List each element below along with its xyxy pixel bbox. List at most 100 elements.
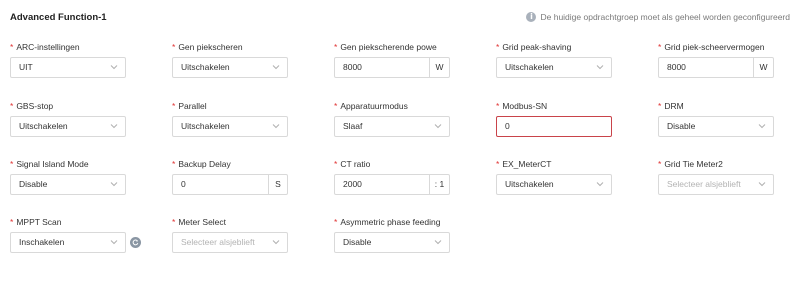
- backup-delay-label: Backup Delay: [178, 159, 231, 169]
- ex-meter-ct-value: Uitschakelen: [505, 179, 554, 189]
- grid-peak-shaving-value: Uitschakelen: [505, 62, 554, 72]
- chevron-down-icon: [596, 182, 604, 187]
- backup-delay-unit: S: [268, 175, 287, 194]
- arc-settings-label: ARC-instellingen: [16, 42, 80, 52]
- refresh-icon[interactable]: [130, 237, 141, 248]
- grid-peak-power-input[interactable]: 8000 W: [658, 57, 774, 78]
- gen-peak-power-unit: W: [429, 58, 449, 77]
- chevron-down-icon: [272, 124, 280, 129]
- mppt-scan-select[interactable]: Inschakelen: [10, 232, 126, 253]
- chevron-down-icon: [434, 124, 442, 129]
- grid-tie-meter2-label: Grid Tie Meter2: [664, 159, 723, 169]
- required-marker: *: [10, 101, 14, 111]
- mppt-scan-value: Inschakelen: [19, 237, 65, 247]
- chevron-down-icon: [596, 65, 604, 70]
- signal-island-mode-value: Disable: [19, 179, 48, 189]
- required-marker: *: [172, 101, 176, 111]
- ex-meter-ct-label: EX_MeterCT: [502, 159, 552, 169]
- field-ct-ratio: * CT ratio 2000 : 1: [334, 158, 464, 195]
- field-backup-delay: * Backup Delay 0 S: [172, 158, 302, 195]
- ct-ratio-unit: : 1: [429, 175, 449, 194]
- asymmetric-phase-feeding-label: Asymmetric phase feeding: [340, 217, 441, 227]
- field-grid-tie-meter2: * Grid Tie Meter2 Selecteer alsjeblieft: [658, 158, 788, 195]
- chevron-down-icon: [272, 65, 280, 70]
- chevron-down-icon: [110, 65, 118, 70]
- ct-ratio-value: 2000: [343, 179, 362, 189]
- ex-meter-ct-select[interactable]: Uitschakelen: [496, 174, 612, 195]
- meter-select-placeholder: Selecteer alsjeblieft: [181, 237, 255, 247]
- arc-settings-select[interactable]: UIT: [10, 57, 126, 78]
- grid-peak-power-unit: W: [753, 58, 773, 77]
- grid-tie-meter2-select[interactable]: Selecteer alsjeblieft: [658, 174, 774, 195]
- chevron-down-icon: [110, 240, 118, 245]
- field-mppt-scan: * MPPT Scan Inschakelen: [10, 216, 141, 253]
- gen-peak-shaving-value: Uitschakelen: [181, 62, 230, 72]
- grid-peak-shaving-label: Grid peak-shaving: [502, 42, 572, 52]
- field-arc-settings: * ARC-instellingen UIT: [10, 41, 140, 78]
- required-marker: *: [334, 217, 338, 227]
- section-title: Advanced Function-1: [10, 12, 107, 23]
- required-marker: *: [496, 42, 500, 52]
- parallel-select[interactable]: Uitschakelen: [172, 116, 288, 137]
- meter-select-label: Meter Select: [178, 217, 227, 227]
- grid-peak-power-value: 8000: [667, 62, 686, 72]
- section-header: Advanced Function-1 i De huidige opdrach…: [10, 10, 790, 28]
- required-marker: *: [172, 159, 176, 169]
- grid-peak-shaving-select[interactable]: Uitschakelen: [496, 57, 612, 78]
- config-notice-text: De huidige opdrachtgroep moet als geheel…: [540, 12, 790, 22]
- grid-tie-meter2-placeholder: Selecteer alsjeblieft: [667, 179, 741, 189]
- required-marker: *: [496, 159, 500, 169]
- gbs-stop-value: Uitschakelen: [19, 121, 68, 131]
- required-marker: *: [496, 101, 500, 111]
- chevron-down-icon: [434, 240, 442, 245]
- backup-delay-value: 0: [181, 179, 186, 189]
- info-icon: i: [526, 12, 537, 22]
- drm-select[interactable]: Disable: [658, 116, 774, 137]
- signal-island-mode-select[interactable]: Disable: [10, 174, 126, 195]
- ct-ratio-input[interactable]: 2000 : 1: [334, 174, 450, 195]
- config-notice: i De huidige opdrachtgroep moet als gehe…: [526, 12, 790, 22]
- chevron-down-icon: [758, 182, 766, 187]
- modbus-sn-value: 0: [505, 121, 510, 131]
- gbs-stop-label: GBS-stop: [16, 101, 54, 111]
- required-marker: *: [10, 159, 14, 169]
- required-marker: *: [658, 159, 662, 169]
- signal-island-mode-label: Signal Island Mode: [16, 159, 89, 169]
- grid-peak-power-label: Grid piek-scheervermogen: [664, 42, 765, 52]
- gen-peak-power-label: Gen piekscherende powe: [340, 42, 437, 52]
- chevron-down-icon: [758, 124, 766, 129]
- field-grid-peak-shaving: * Grid peak-shaving Uitschakelen: [496, 41, 626, 78]
- field-gen-peak-power: * Gen piekscherende powe 8000 W: [334, 41, 464, 78]
- arc-settings-value: UIT: [19, 62, 33, 72]
- gen-peak-power-input[interactable]: 8000 W: [334, 57, 450, 78]
- required-marker: *: [10, 42, 14, 52]
- device-mode-label: Apparatuurmodus: [340, 101, 408, 111]
- field-gbs-stop: * GBS-stop Uitschakelen: [10, 100, 140, 137]
- drm-label: DRM: [664, 101, 684, 111]
- gen-peak-power-value: 8000: [343, 62, 362, 72]
- field-asymmetric-phase-feeding: * Asymmetric phase feeding Disable: [334, 216, 464, 253]
- field-device-mode: * Apparatuurmodus Slaaf: [334, 100, 464, 137]
- chevron-down-icon: [110, 182, 118, 187]
- modbus-sn-label: Modbus-SN: [502, 101, 548, 111]
- device-mode-value: Slaaf: [343, 121, 363, 131]
- gen-peak-shaving-select[interactable]: Uitschakelen: [172, 57, 288, 78]
- required-marker: *: [658, 101, 662, 111]
- field-modbus-sn: * Modbus-SN 0: [496, 100, 626, 137]
- modbus-sn-input[interactable]: 0: [496, 116, 612, 137]
- field-gen-peak-shaving: * Gen piekscheren Uitschakelen: [172, 41, 302, 78]
- gbs-stop-select[interactable]: Uitschakelen: [10, 116, 126, 137]
- required-marker: *: [172, 42, 176, 52]
- required-marker: *: [172, 217, 176, 227]
- chevron-down-icon: [110, 124, 118, 129]
- asymmetric-phase-feeding-select[interactable]: Disable: [334, 232, 450, 253]
- mppt-scan-label: MPPT Scan: [16, 217, 62, 227]
- meter-select-select[interactable]: Selecteer alsjeblieft: [172, 232, 288, 253]
- ct-ratio-label: CT ratio: [340, 159, 371, 169]
- required-marker: *: [10, 217, 14, 227]
- field-drm: * DRM Disable: [658, 100, 788, 137]
- device-mode-select[interactable]: Slaaf: [334, 116, 450, 137]
- required-marker: *: [334, 159, 338, 169]
- required-marker: *: [334, 42, 338, 52]
- backup-delay-input[interactable]: 0 S: [172, 174, 288, 195]
